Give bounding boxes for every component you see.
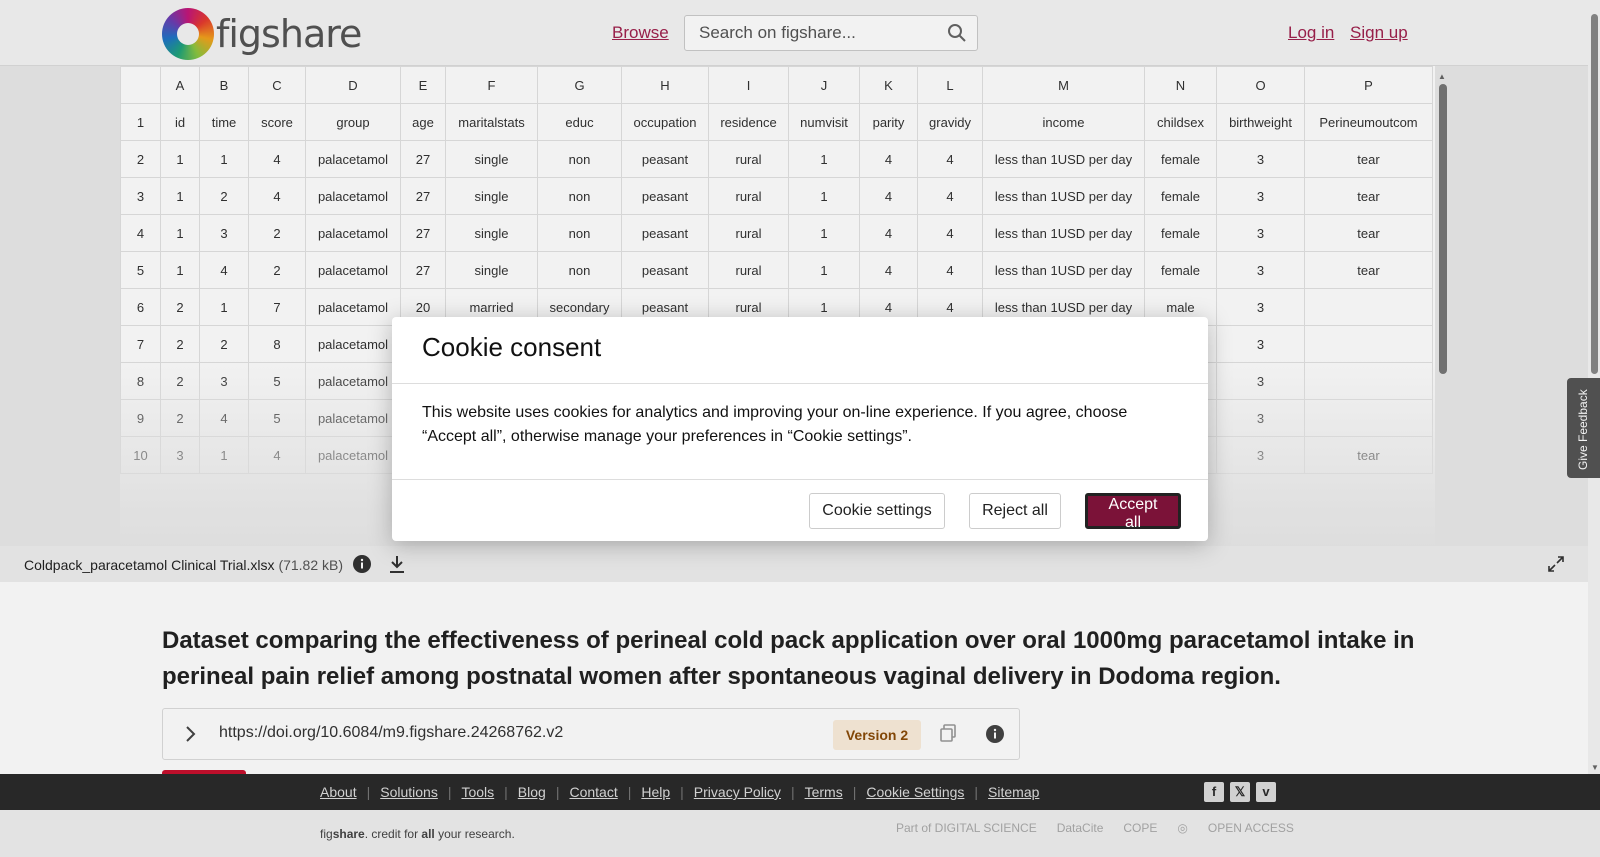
- reject-all-button[interactable]: Reject all: [969, 493, 1061, 529]
- divider: [392, 479, 1208, 480]
- cookie-settings-button[interactable]: Cookie settings: [809, 493, 945, 529]
- divider: [392, 383, 1208, 384]
- accept-all-button[interactable]: Accept all: [1085, 493, 1181, 531]
- cookie-consent-dialog: Cookie consent This website uses cookies…: [392, 317, 1208, 541]
- cookie-body: This website uses cookies for analytics …: [422, 404, 1128, 445]
- cookie-title: Cookie consent: [422, 332, 602, 362]
